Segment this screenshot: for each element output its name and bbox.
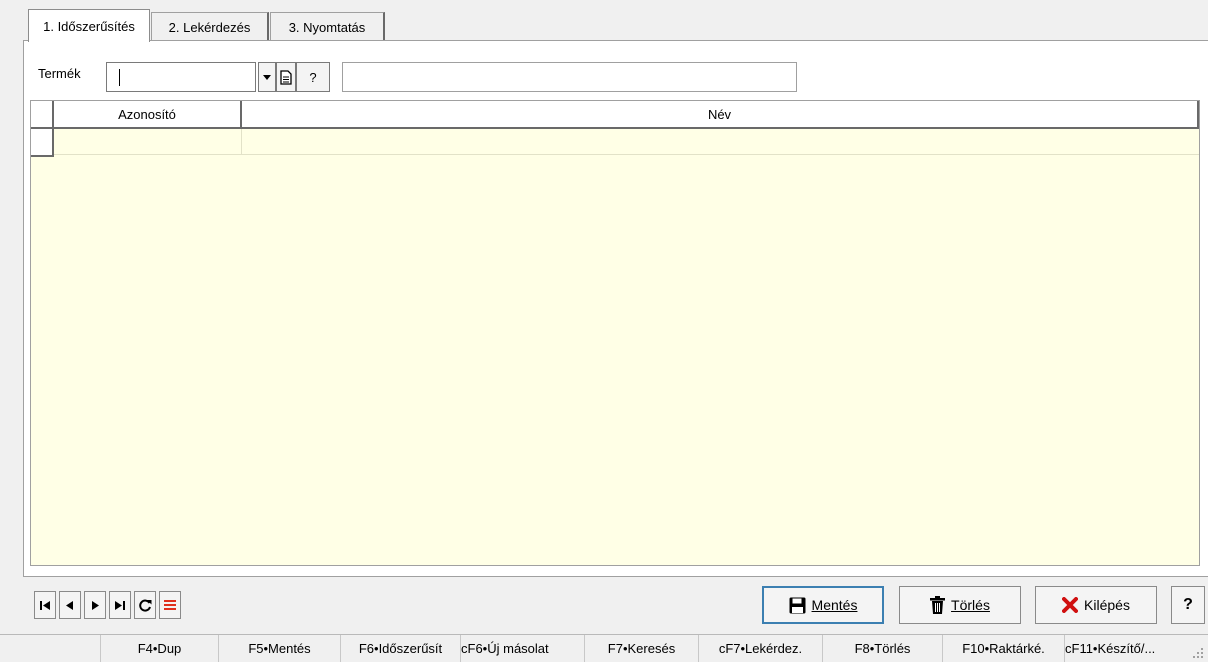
- next-record-button[interactable]: [84, 591, 106, 619]
- fkey-label: F4•Dup: [137, 641, 182, 656]
- resize-grip-icon[interactable]: [1190, 645, 1204, 659]
- termek-label: Termék: [38, 66, 81, 81]
- data-grid[interactable]: Azonosító Név: [30, 100, 1200, 566]
- exit-label: Kilépés: [1084, 597, 1130, 613]
- tab-nyomtatas[interactable]: 3. Nyomtatás: [270, 12, 385, 41]
- fkey-cf11-keszito[interactable]: cF11•Készítő/...: [1064, 635, 1184, 662]
- column-header-azonosito[interactable]: Azonosító: [54, 101, 242, 129]
- save-label: Mentés: [811, 597, 858, 613]
- prev-record-icon: [66, 600, 73, 610]
- fkey-label: cF7•Lekérdez.: [718, 641, 803, 656]
- refresh-icon: [138, 599, 151, 611]
- lookup-button[interactable]: [276, 62, 296, 92]
- fkey-label: cF11•Készítő/...: [1065, 641, 1156, 656]
- last-record-button[interactable]: [109, 591, 131, 619]
- delete-button[interactable]: Törlés: [899, 586, 1021, 624]
- dropdown-button[interactable]: [258, 62, 276, 92]
- next-record-icon: [92, 600, 99, 610]
- help-label: ?: [309, 69, 317, 85]
- row-indicator[interactable]: [31, 129, 54, 157]
- trash-icon: [930, 596, 946, 614]
- tab-label: 1. Időszerűsítés: [43, 18, 135, 34]
- tab-idoszerusites[interactable]: 1. Időszerűsítés: [28, 9, 150, 42]
- list-button[interactable]: [159, 591, 181, 619]
- help-label: ?: [1183, 596, 1193, 613]
- save-button[interactable]: Mentés: [762, 586, 884, 624]
- fkey-label: cF6•Új másolat: [461, 641, 549, 656]
- last-record-icon: [114, 600, 125, 610]
- floppy-disk-icon: [789, 597, 806, 613]
- column-header-nev[interactable]: Név: [242, 101, 1199, 129]
- column-label: Név: [707, 106, 732, 122]
- first-record-icon: [39, 600, 50, 610]
- fkey-label: F10•Raktárké.: [962, 641, 1045, 656]
- fkey-f7-kereses[interactable]: F7•Keresés: [584, 635, 698, 662]
- fkey-f4-dup[interactable]: F4•Dup: [100, 635, 218, 662]
- grid-cell-nev[interactable]: [242, 129, 1199, 155]
- termek-help-button[interactable]: ?: [296, 62, 330, 92]
- fkey-cf6-uj-masolat[interactable]: cF6•Új másolat: [460, 635, 584, 662]
- fkey-cf7-lekerdez[interactable]: cF7•Lekérdez.: [698, 635, 822, 662]
- function-key-bar: F4•Dup F5•Mentés F6•Időszerűsít cF6•Új m…: [0, 634, 1208, 662]
- help-button[interactable]: ?: [1171, 586, 1205, 624]
- termek-input[interactable]: [106, 62, 256, 92]
- grid-cell-azonosito[interactable]: [54, 129, 242, 155]
- fkey-f5-mentes[interactable]: F5•Mentés: [218, 635, 340, 662]
- close-x-icon: [1062, 597, 1079, 613]
- list-icon: [164, 600, 176, 610]
- fkey-f10-raktarke[interactable]: F10•Raktárké.: [942, 635, 1064, 662]
- fkey-label: F8•Törlés: [854, 641, 911, 656]
- grid-corner: [31, 101, 54, 129]
- exit-button[interactable]: Kilépés: [1035, 586, 1157, 624]
- termek-name-display[interactable]: [342, 62, 797, 92]
- first-record-button[interactable]: [34, 591, 56, 619]
- fkey-label: F7•Keresés: [607, 641, 676, 656]
- tab-lekerdezes[interactable]: 2. Lekérdezés: [151, 12, 269, 41]
- fkey-f8-torles[interactable]: F8•Törlés: [822, 635, 942, 662]
- tab-label: 3. Nyomtatás: [288, 19, 366, 35]
- refresh-button[interactable]: [134, 591, 156, 619]
- chevron-down-icon: [263, 74, 271, 80]
- prev-record-button[interactable]: [59, 591, 81, 619]
- column-label: Azonosító: [118, 106, 176, 122]
- grip-dots-icon: [1193, 648, 1203, 658]
- document-icon: [280, 69, 292, 85]
- delete-label: Törlés: [951, 597, 990, 613]
- text-caret: [119, 69, 120, 86]
- fkey-label: F6•Időszerűsít: [358, 641, 443, 656]
- fkey-f6-idoszerusit[interactable]: F6•Időszerűsít: [340, 635, 460, 662]
- tab-label: 2. Lekérdezés: [168, 19, 251, 35]
- fkey-label: F5•Mentés: [248, 641, 311, 656]
